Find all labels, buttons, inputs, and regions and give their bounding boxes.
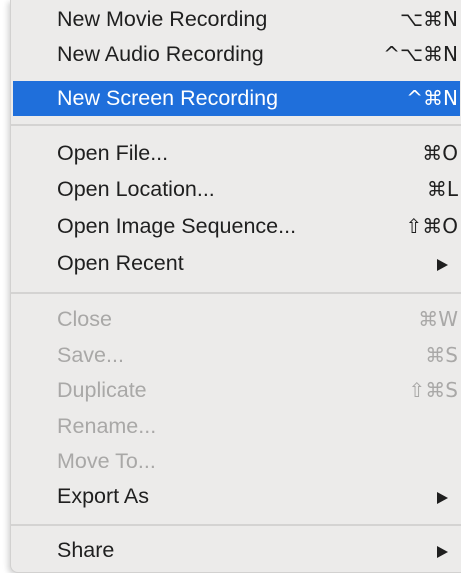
menu-item-share[interactable]: Share [11,533,461,568]
menu-item-move-to[interactable]: Move To... [11,444,461,479]
menu-separator [11,124,461,126]
menu-item-new-movie-recording[interactable]: New Movie Recording ⌥⌘N [11,2,461,37]
menu-item-save[interactable]: Save... ⌘S [11,338,461,373]
menu-item-shortcut: ⇧⌘S [408,378,458,402]
menu-item-label: Open File... [57,141,169,165]
menu-separator [11,524,461,526]
menu-item-new-audio-recording[interactable]: New Audio Recording ^⌥⌘N [11,37,461,72]
menu-item-close[interactable]: Close ⌘W [11,302,461,337]
menu-item-shortcut: ⌘L [426,177,458,201]
menu-item-export-as[interactable]: Export As [11,479,461,514]
menu-item-label: Open Recent [57,251,184,275]
menu-item-shortcut: ^⌘N [406,86,458,110]
menu-item-label: Export As [57,484,150,508]
triangle-right-icon [437,492,448,504]
menu-item-label: Duplicate [57,378,147,402]
menu-item-duplicate[interactable]: Duplicate ⇧⌘S [11,373,461,408]
menu-item-label: Share [57,538,115,562]
menu-separator [11,292,461,294]
menu-item-rename[interactable]: Rename... [11,409,461,444]
menu-item-new-screen-recording[interactable]: New Screen Recording ^⌘N [13,81,460,116]
menu-item-open-file[interactable]: Open File... ⌘O [11,136,461,171]
menu-item-label: New Audio Recording [57,42,264,66]
menu-item-shortcut: ⌥⌘N [399,7,458,31]
menu-item-shortcut: ⌘S [425,343,458,367]
menu-item-label: Rename... [57,414,157,438]
menu-item-label: New Screen Recording [57,86,279,110]
menu-item-label: Move To... [57,449,156,473]
menu-item-label: Open Location... [57,177,215,201]
menu-item-label: Open Image Sequence... [57,214,297,238]
menu-item-shortcut: ⇧⌘O [405,214,459,238]
menu-item-shortcut: ^⌥⌘N [383,42,458,66]
menu-item-open-location[interactable]: Open Location... ⌘L [11,172,461,207]
menu-item-open-image-sequence[interactable]: Open Image Sequence... ⇧⌘O [11,209,461,244]
file-menu: New Movie Recording ⌥⌘N New Audio Record… [10,0,461,573]
menu-item-open-recent[interactable]: Open Recent [11,246,461,281]
menu-item-shortcut: ⌘W [418,307,458,331]
triangle-right-icon [437,259,448,271]
menu-item-label: Save... [57,343,124,367]
menu-item-shortcut: ⌘O [422,141,458,165]
menu-item-label: Close [57,307,112,331]
triangle-right-icon [437,546,448,558]
menu-item-label: New Movie Recording [57,7,268,31]
